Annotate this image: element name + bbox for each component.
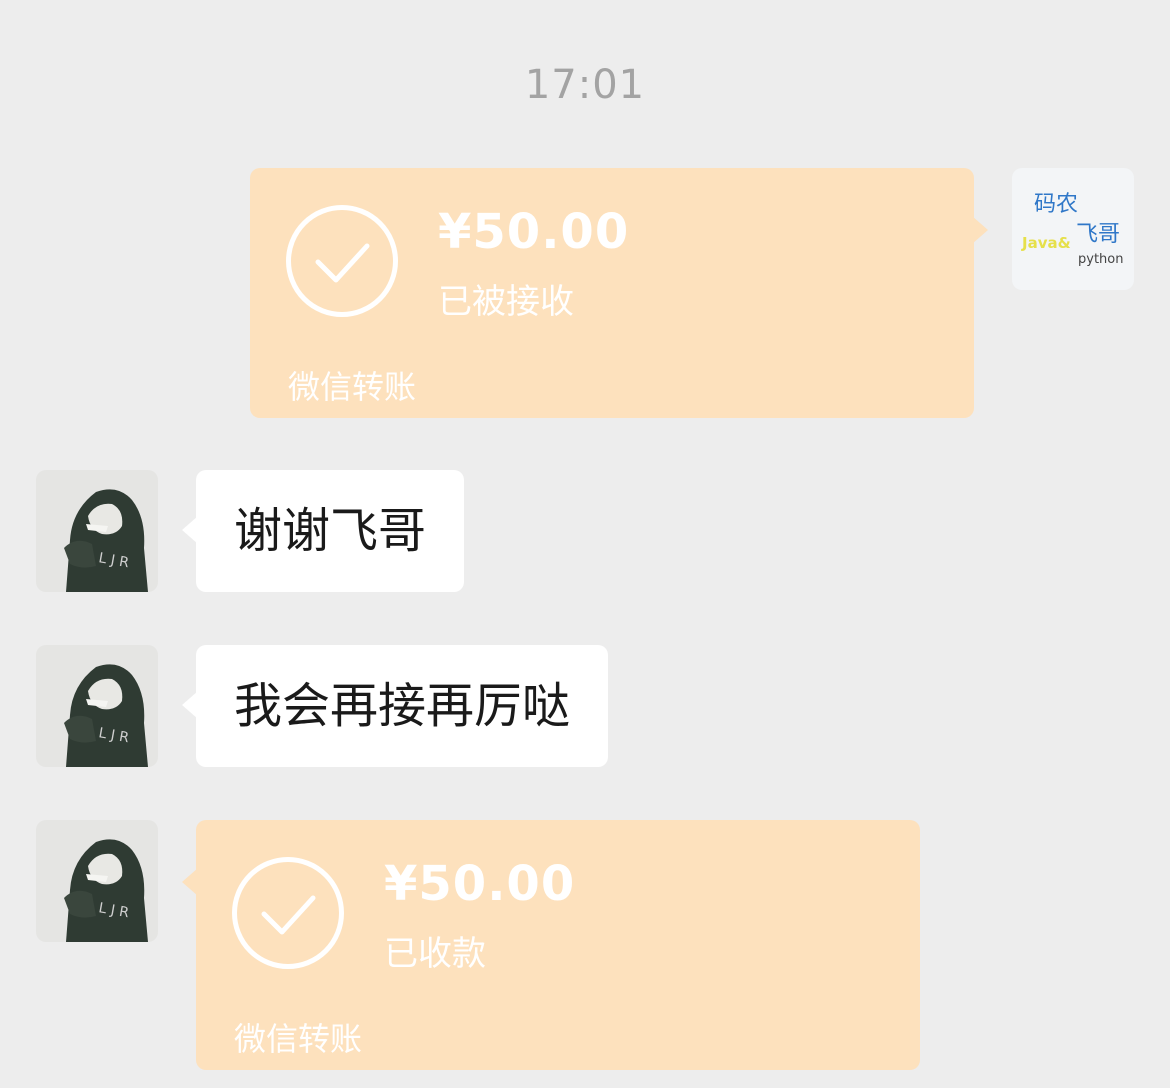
self-avatar[interactable]: 码农 飞哥 Java& python [1012,168,1134,290]
message-text: 我会再接再厉哒 [234,678,571,734]
transfer-card-received[interactable]: ¥50.00 已收款 微信转账 [182,820,920,1070]
chat-timestamp: 17:01 [524,62,646,108]
check-circle-icon [232,857,344,969]
transfer-footer: 微信转账 [234,1020,363,1058]
bubble-tail [182,868,198,896]
contact-avatar[interactable]: L J R [36,820,158,942]
transfer-status: 已被接收 [438,282,574,322]
message-text: 谢谢飞哥 [234,503,427,559]
hooded-person-icon: L J R [64,839,148,942]
bubble-tail [972,216,988,244]
transfer-amount: ¥50.00 [384,856,576,912]
message-bubble[interactable]: 谢谢飞哥 [182,470,465,592]
avatar-text-line2: 飞哥 [1076,222,1121,247]
bubble-tail [182,516,198,544]
check-circle-icon [286,205,398,317]
hooded-person-icon: L J R [64,489,148,592]
transfer-footer: 微信转账 [288,368,417,406]
contact-avatar[interactable]: L J R [36,470,158,592]
avatar-text-line3: Java& [1022,234,1071,252]
avatar-text-line4: python [1078,252,1124,267]
bubble-tail [182,691,198,719]
message-bubble[interactable]: 我会再接再厉哒 [182,645,609,767]
transfer-amount: ¥50.00 [438,204,630,260]
avatar-text-line1: 码农 [1034,192,1079,217]
transfer-card-sent[interactable]: ¥50.00 已被接收 微信转账 [250,168,988,418]
contact-avatar[interactable]: L J R [36,645,158,767]
hooded-person-icon: L J R [64,664,148,767]
transfer-status: 已收款 [384,934,486,974]
